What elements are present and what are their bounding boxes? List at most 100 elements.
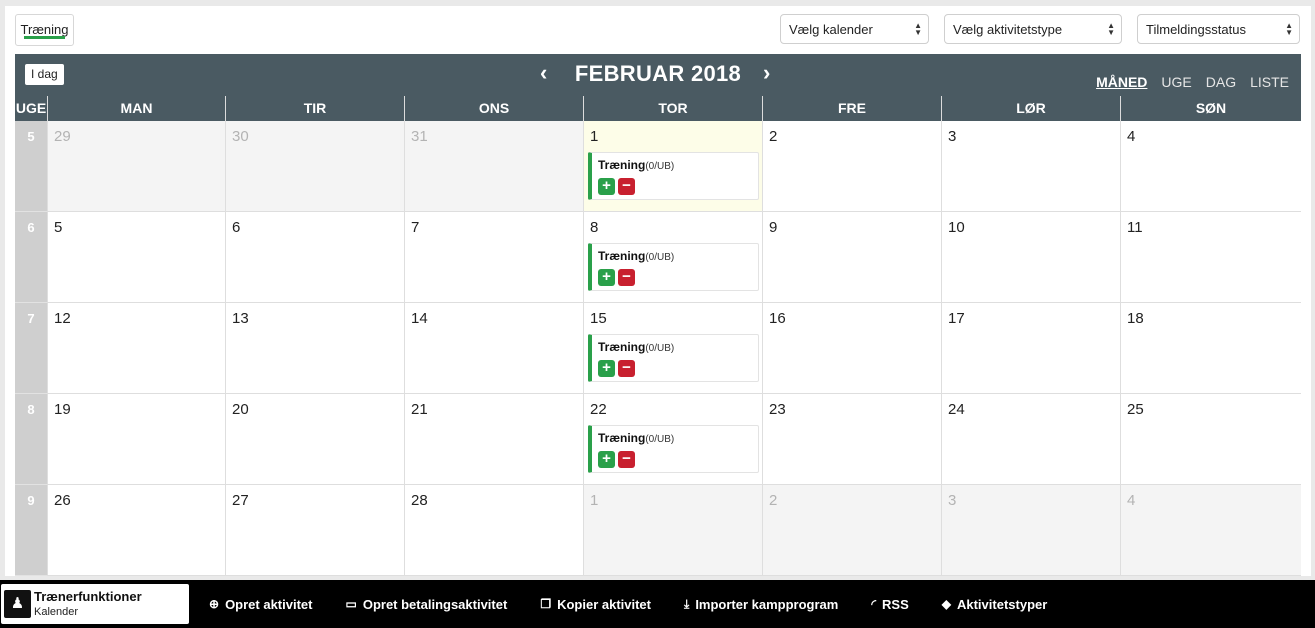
day-cell[interactable]: 9 — [762, 212, 941, 303]
day-cell[interactable]: 22 Træning(0/UB) + − — [583, 394, 762, 485]
event-actions: + − — [598, 360, 752, 377]
week-number: 6 — [15, 212, 47, 303]
weekday-header-row: UGE MAN TIR ONS TOR FRE LØR SØN — [15, 96, 1301, 121]
signoff-minus-icon[interactable]: − — [618, 360, 635, 377]
day-number: 21 — [411, 401, 428, 418]
day-number: 20 — [232, 401, 249, 418]
toolbar-action-label: Importer kampprogram — [695, 596, 839, 612]
registration-status-select[interactable]: Tilmeldingsstatus ▲ ▼ — [1137, 14, 1300, 44]
day-cell[interactable]: 2 — [762, 121, 941, 212]
filter-chip-label: Træning — [20, 22, 69, 37]
week-number: 7 — [15, 303, 47, 394]
prev-month-icon[interactable]: ‹ — [540, 60, 547, 86]
signup-plus-icon[interactable]: + — [598, 178, 615, 195]
toolbar-action-opret-aktivitet[interactable]: ⊕ Opret aktivitet — [209, 597, 312, 612]
filter-chip-traening[interactable]: Træning — [15, 14, 74, 46]
day-cell[interactable]: 12 — [47, 303, 225, 394]
day-cell[interactable]: 30 — [225, 121, 404, 212]
day-number: 16 — [769, 310, 786, 327]
day-number: 30 — [232, 128, 249, 145]
day-cell[interactable]: 21 — [404, 394, 583, 485]
view-list[interactable]: LISTE — [1250, 74, 1289, 90]
day-cell[interactable]: 25 — [1120, 394, 1301, 485]
trainer-title: Trænerfunktioner — [34, 589, 142, 604]
view-week[interactable]: UGE — [1161, 74, 1191, 90]
day-cell[interactable]: 16 — [762, 303, 941, 394]
select-arrows-icon: ▲ ▼ — [914, 21, 922, 37]
toolbar-action-importer-kampprogram[interactable]: ⤓ Importer kampprogram — [684, 597, 838, 612]
day-cell[interactable]: 1 — [583, 485, 762, 576]
signoff-minus-icon[interactable]: − — [618, 269, 635, 286]
day-number: 1 — [590, 128, 599, 145]
day-cell[interactable]: 29 — [47, 121, 225, 212]
day-cell[interactable]: 15 Træning(0/UB) + − — [583, 303, 762, 394]
calendar-select[interactable]: Vælg kalender ▲ ▼ — [780, 14, 929, 44]
day-cell[interactable]: 24 — [941, 394, 1120, 485]
weekday-header: ONS — [404, 96, 583, 121]
day-number: 3 — [948, 128, 957, 145]
day-number: 17 — [948, 310, 965, 327]
day-number: 6 — [232, 219, 241, 236]
view-switcher: MÅNED UGE DAG LISTE — [1096, 74, 1289, 90]
event-title: Træning — [598, 158, 646, 172]
day-cell[interactable]: 20 — [225, 394, 404, 485]
calendar-header: I dag FEBRUAR 2018 ‹ › MÅNED UGE DAG LIS… — [15, 54, 1301, 96]
day-cell[interactable]: 14 — [404, 303, 583, 394]
weekday-header: LØR — [941, 96, 1120, 121]
tags-icon: ◆ — [941, 597, 951, 611]
day-cell[interactable]: 23 — [762, 394, 941, 485]
day-cell[interactable]: 1 Træning(0/UB) + − — [583, 121, 762, 212]
day-cell[interactable]: 27 — [225, 485, 404, 576]
view-month[interactable]: MÅNED — [1096, 74, 1147, 90]
toolbar-action-aktivitetstyper[interactable]: ◆ Aktivitetstyper — [942, 597, 1048, 612]
event-card[interactable]: Træning(0/UB) + − — [588, 425, 759, 473]
event-card[interactable]: Træning(0/UB) + − — [588, 243, 759, 291]
signup-plus-icon[interactable]: + — [598, 451, 615, 468]
toolbar-action-rss[interactable]: ◜ RSS — [871, 597, 908, 612]
day-cell[interactable]: 19 — [47, 394, 225, 485]
day-cell[interactable]: 5 — [47, 212, 225, 303]
signup-plus-icon[interactable]: + — [598, 360, 615, 377]
signup-plus-icon[interactable]: + — [598, 269, 615, 286]
day-number: 24 — [948, 401, 965, 418]
select-arrows-icon: ▲ ▼ — [1107, 21, 1115, 37]
next-month-icon[interactable]: › — [763, 60, 770, 86]
event-card[interactable]: Træning(0/UB) + − — [588, 152, 759, 200]
day-cell[interactable]: 8 Træning(0/UB) + − — [583, 212, 762, 303]
day-cell[interactable]: 17 — [941, 303, 1120, 394]
week-column-header: UGE — [15, 100, 47, 116]
day-cell[interactable]: 11 — [1120, 212, 1301, 303]
day-cell[interactable]: 31 — [404, 121, 583, 212]
day-cell[interactable]: 13 — [225, 303, 404, 394]
toolbar-action-label: Opret betalingsaktivitet — [362, 596, 508, 612]
day-cell[interactable]: 2 — [762, 485, 941, 576]
event-card[interactable]: Træning(0/UB) + − — [588, 334, 759, 382]
day-cell[interactable]: 3 — [941, 485, 1120, 576]
signoff-minus-icon[interactable]: − — [618, 178, 635, 195]
day-cell[interactable]: 4 — [1120, 121, 1301, 212]
day-number: 13 — [232, 310, 249, 327]
signoff-minus-icon[interactable]: − — [618, 451, 635, 468]
trainer-icon: ♟ — [4, 590, 31, 618]
weekday-header: SØN — [1120, 96, 1301, 121]
day-cell[interactable]: 28 — [404, 485, 583, 576]
day-cell[interactable]: 3 — [941, 121, 1120, 212]
select-arrows-icon: ▲ ▼ — [1285, 21, 1293, 37]
weekday-header: MAN — [47, 96, 225, 121]
day-number: 7 — [411, 219, 420, 236]
view-day[interactable]: DAG — [1206, 74, 1236, 90]
day-number: 25 — [1127, 401, 1144, 418]
day-cell[interactable]: 6 — [225, 212, 404, 303]
week-row: 6 5 6 7 8 Træning(0/UB) + −9 10 11 — [15, 212, 1301, 303]
day-cell[interactable]: 10 — [941, 212, 1120, 303]
activity-type-select[interactable]: Vælg aktivitetstype ▲ ▼ — [944, 14, 1122, 44]
day-number: 31 — [411, 128, 428, 145]
trainer-functions-button[interactable]: ♟ Trænerfunktioner Kalender — [1, 584, 189, 624]
day-cell[interactable]: 18 — [1120, 303, 1301, 394]
day-cell[interactable]: 26 — [47, 485, 225, 576]
toolbar-action-opret-betalingsaktivitet[interactable]: ▭ Opret betalingsaktivitet — [345, 597, 507, 612]
day-cell[interactable]: 4 — [1120, 485, 1301, 576]
event-title: Træning — [598, 431, 646, 445]
day-cell[interactable]: 7 — [404, 212, 583, 303]
toolbar-action-kopier-aktivitet[interactable]: ❐ Kopier aktivitet — [540, 597, 651, 612]
